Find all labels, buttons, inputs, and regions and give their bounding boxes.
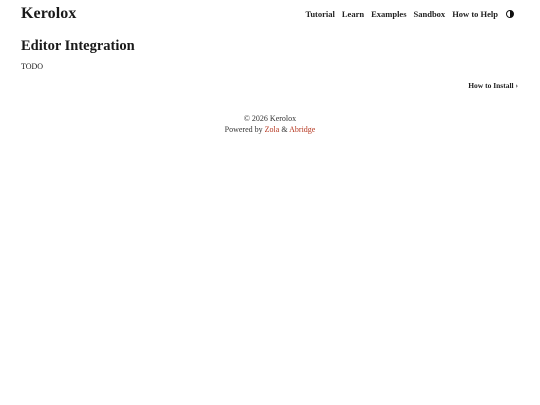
main-content: Editor Integration TODO — [21, 37, 518, 72]
nav-how-to-help[interactable]: How to Help — [452, 9, 498, 19]
nav-sandbox[interactable]: Sandbox — [414, 9, 446, 19]
page-body-text: TODO — [21, 62, 44, 71]
nav-learn[interactable]: Learn — [342, 9, 364, 19]
theme-toggle-icon[interactable] — [506, 10, 514, 18]
next-page-link[interactable]: How to Install › — [468, 81, 518, 90]
ampersand: & — [281, 125, 288, 134]
nav-examples[interactable]: Examples — [371, 9, 406, 19]
nav-tutorial[interactable]: Tutorial — [305, 9, 334, 19]
site-header: Kerolox Tutorial Learn Examples Sandbox … — [21, 2, 514, 26]
page: Kerolox Tutorial Learn Examples Sandbox … — [0, 0, 540, 405]
powered-by-line: Powered by Zola & Abridge — [0, 124, 540, 135]
page-title: Editor Integration — [21, 38, 135, 54]
site-footer: © 2026 Kerolox Powered by Zola & Abridge — [0, 113, 540, 135]
site-title-link[interactable]: Kerolox — [21, 5, 77, 23]
main-nav: Tutorial Learn Examples Sandbox How to H… — [305, 9, 514, 19]
zola-link[interactable]: Zola — [265, 125, 280, 134]
abridge-link[interactable]: Abridge — [289, 125, 315, 134]
powered-by-label: Powered by — [224, 125, 263, 134]
copyright-text: © 2026 Kerolox — [243, 114, 297, 123]
